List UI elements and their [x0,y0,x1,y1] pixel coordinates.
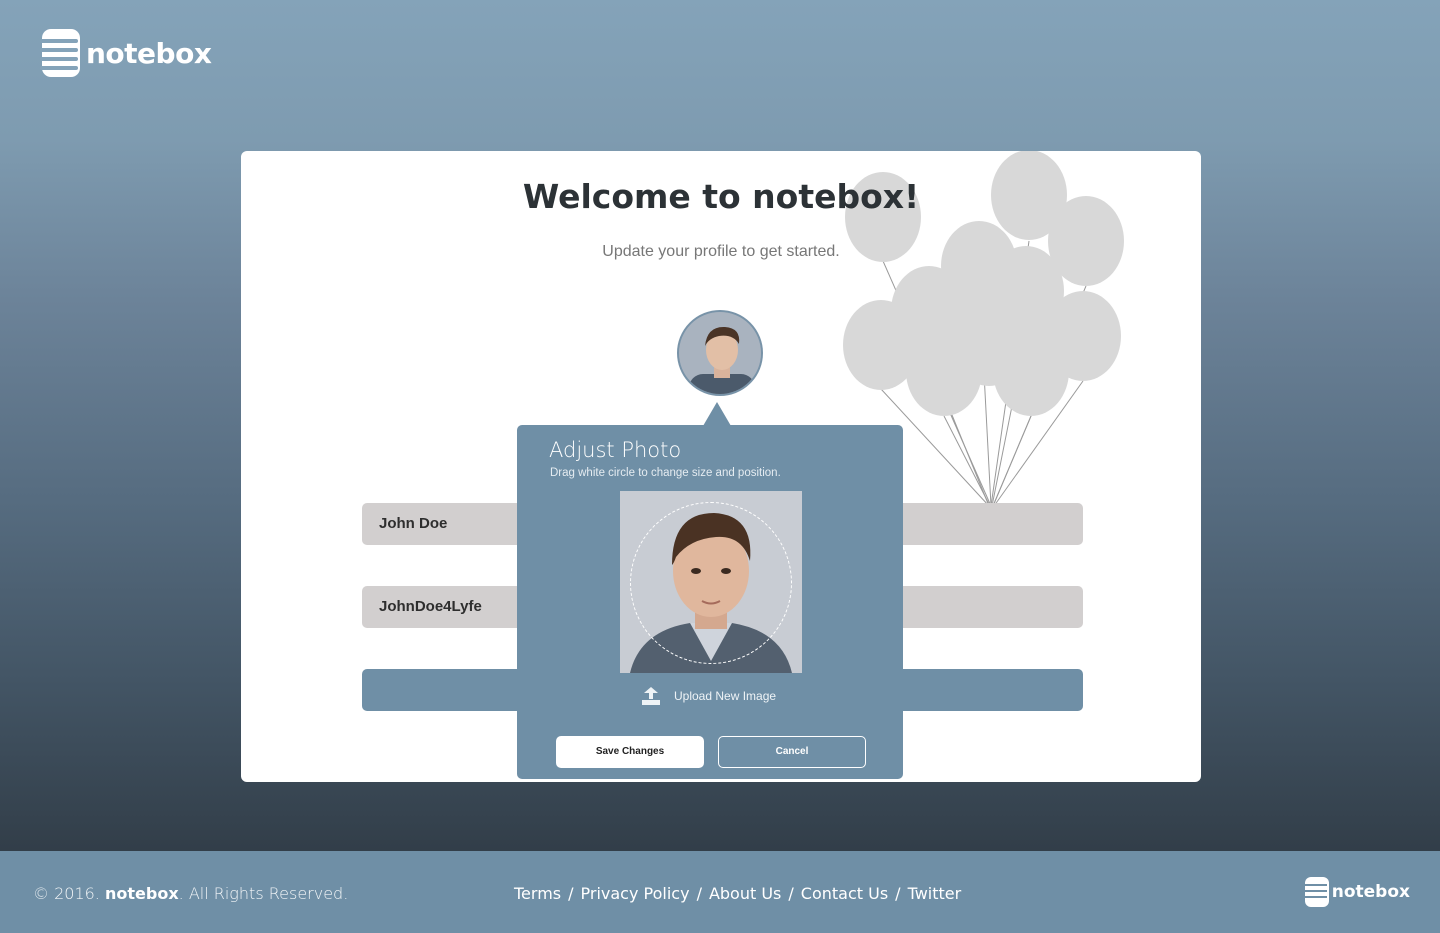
copyright: © 2016. notebox. All Rights Reserved. [33,884,348,903]
upload-icon [642,687,660,705]
dialog-hint: Drag white circle to change size and pos… [550,467,781,479]
photo-crop-area[interactable] [620,491,802,673]
footer-separator: / [696,884,702,903]
name-value: John Doe [379,515,448,532]
adjust-photo-dialog: Adjust Photo Drag white circle to change… [517,425,903,779]
dialog-title: Adjust Photo [549,438,682,462]
footer-brand-name: notebox [1331,882,1410,902]
footer-link-twitter[interactable]: Twitter [908,884,962,903]
upload-new-image[interactable]: Upload New Image [642,687,776,705]
cancel-button[interactable]: Cancel [718,736,866,768]
footer-links: Terms / Privacy Policy / About Us / Cont… [514,884,961,903]
page-title: Welcome to notebox! [522,177,920,216]
footer-separator: / [895,884,901,903]
copyright-suffix: . All Rights Reserved. [178,884,349,903]
footer-link-contact[interactable]: Contact Us [801,884,888,903]
footer-link-terms[interactable]: Terms [514,884,561,903]
copyright-brand: notebox [104,884,179,903]
person-photo-icon [679,312,761,394]
page-subtitle: Update your profile to get started. [602,243,840,260]
footer-separator: / [788,884,794,903]
upload-label: Upload New Image [674,689,777,703]
footer-link-privacy[interactable]: Privacy Policy [581,884,690,903]
save-changes-button[interactable]: Save Changes [556,736,704,768]
footer-link-about[interactable]: About Us [709,884,781,903]
notebook-icon [40,29,80,77]
footer: © 2016. notebox. All Rights Reserved. Te… [0,851,1440,933]
notebook-icon [1304,877,1329,907]
footer-separator: / [568,884,574,903]
crop-handle-circle[interactable] [630,502,792,664]
username-value: JohnDoe4Lyfe [379,598,482,615]
footer-logo[interactable]: notebox [1304,877,1410,907]
brand-name: notebox [86,36,212,70]
header-logo[interactable]: notebox [40,29,212,77]
copyright-prefix: © 2016. [33,884,100,903]
popup-pointer [703,402,731,426]
profile-avatar[interactable] [677,310,763,396]
